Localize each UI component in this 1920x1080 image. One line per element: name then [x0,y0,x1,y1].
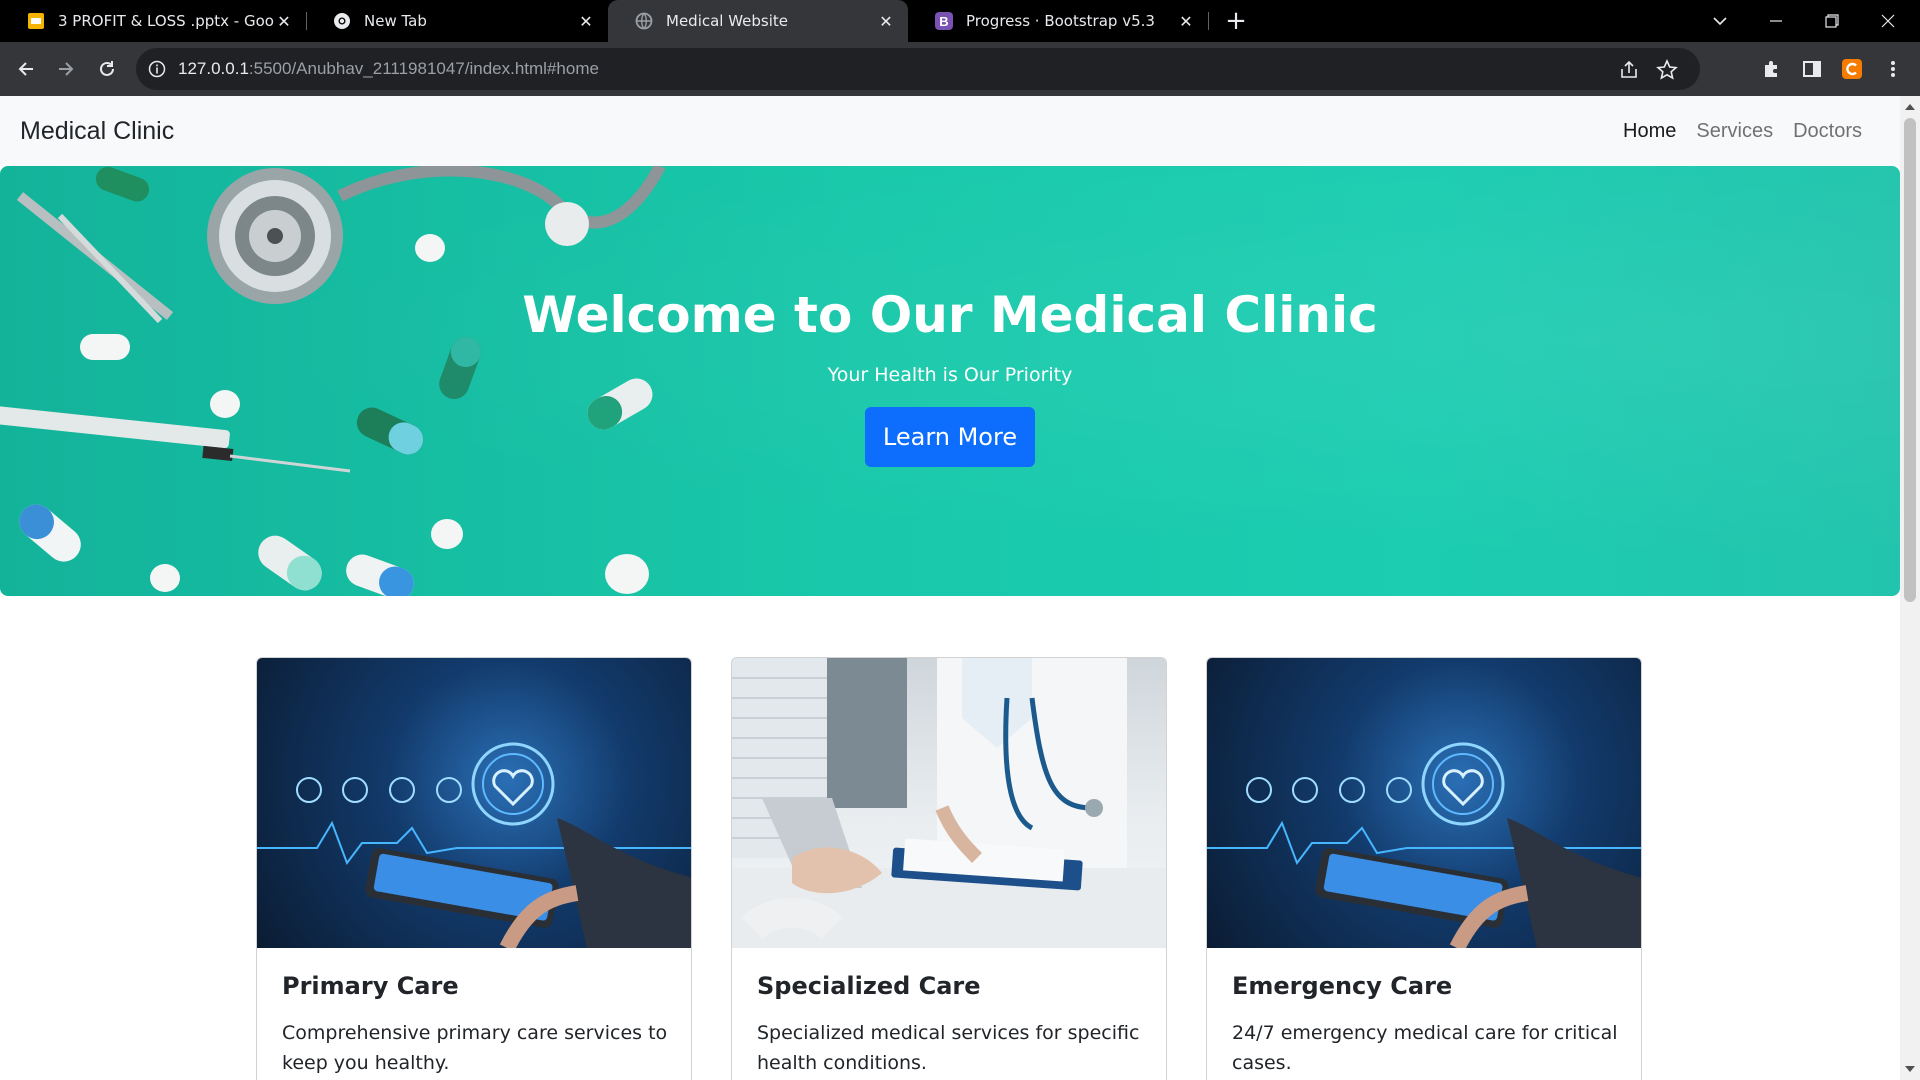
url-text: 127.0.0.1:5500/Anubhav_2111981047/index.… [178,59,599,79]
site-navbar: Medical Clinic Home Services Doctors [0,96,1900,166]
extension-c-icon[interactable] [1840,57,1864,81]
browser-toolbar: 127.0.0.1:5500/Anubhav_2111981047/index.… [0,42,1920,96]
tab-title: 3 PROFIT & LOSS .pptx - Google [58,12,274,30]
tab-new-tab[interactable]: New Tab ✕ [306,0,608,42]
share-icon[interactable] [1618,59,1640,81]
forward-arrow-icon[interactable] [50,53,82,85]
close-tab-icon[interactable]: ✕ [876,11,896,31]
minimize-icon[interactable] [1748,0,1804,42]
card-image-digital-health [257,658,691,948]
tab-profit-loss[interactable]: 3 PROFIT & LOSS .pptx - Google ✕ [0,0,306,42]
tab-bootstrap-progress[interactable]: B Progress · Bootstrap v5.3 ✕ [908,0,1208,42]
extensions-puzzle-icon[interactable] [1760,57,1784,81]
scroll-down-arrow-icon[interactable] [1905,1066,1915,1072]
navbar-brand[interactable]: Medical Clinic [20,117,174,146]
site-info-icon[interactable] [148,60,166,78]
svg-text:B: B [939,14,948,29]
browser-menu-icon[interactable] [1881,57,1905,81]
tab-title: Medical Website [666,12,789,30]
card-text: Specialized medical services for specifi… [757,1022,1140,1074]
tab-title: Progress · Bootstrap v5.3 [966,12,1155,30]
page-scrollbar[interactable] [1900,96,1920,1080]
url-path: :5500/Anubhav_2111981047/index.html#home [248,59,599,78]
new-tab-button[interactable]: + [1222,6,1250,36]
tab-search-icon[interactable] [1692,0,1748,42]
card-image-doctor-consultation [732,658,1166,948]
bookmark-star-icon[interactable] [1656,59,1678,81]
side-panel-icon[interactable] [1800,57,1824,81]
scroll-up-arrow-icon[interactable] [1905,104,1915,110]
tab-medical-website[interactable]: Medical Website ✕ [608,0,908,42]
globe-icon [634,11,654,31]
tab-separator [1208,12,1209,30]
card-text: 24/7 emergency medical care for critical… [1232,1022,1618,1074]
close-tab-icon[interactable]: ✕ [576,11,596,31]
chrome-icon [332,11,352,31]
nav-link-doctors[interactable]: Doctors [1783,120,1872,143]
nav-links: Home Services Doctors [1613,120,1872,143]
service-card-primary-care: Primary Care Comprehensive primary care … [256,657,692,1080]
bootstrap-icon: B [934,11,954,31]
hero-section: Welcome to Our Medical Clinic Your Healt… [0,166,1900,596]
close-tab-icon[interactable]: ✕ [1176,11,1196,31]
scrollbar-thumb[interactable] [1904,118,1916,602]
address-bar[interactable]: 127.0.0.1:5500/Anubhav_2111981047/index.… [136,48,1700,90]
browser-tab-bar: 3 PROFIT & LOSS .pptx - Google ✕ New Tab… [0,0,1920,42]
nav-link-services[interactable]: Services [1686,120,1783,143]
tab-title: New Tab [364,12,427,30]
card-title: Emergency Care [1232,972,1453,1000]
service-card-specialized-care: Specialized Care Specialized medical ser… [731,657,1167,1080]
learn-more-button[interactable]: Learn More [865,407,1035,467]
url-host: 127.0.0.1 [178,59,249,78]
back-arrow-icon[interactable] [10,53,42,85]
card-title: Primary Care [282,972,459,1000]
close-window-icon[interactable] [1860,0,1916,42]
restore-icon[interactable] [1804,0,1860,42]
page-viewport: Medical Clinic Home Services Doctors Wel… [0,96,1900,1080]
card-title: Specialized Care [757,972,981,1000]
nav-link-home[interactable]: Home [1613,120,1686,143]
card-image-digital-health [1207,658,1641,948]
reload-icon[interactable] [91,53,123,85]
card-text: Comprehensive primary care services to k… [282,1022,668,1074]
service-card-emergency-care: Emergency Care 24/7 emergency medical ca… [1206,657,1642,1080]
hero-subtitle: Your Health is Our Priority [827,364,1073,386]
slides-icon [26,11,46,31]
close-tab-icon[interactable]: ✕ [274,11,294,31]
hero-title: Welcome to Our Medical Clinic [522,286,1378,344]
